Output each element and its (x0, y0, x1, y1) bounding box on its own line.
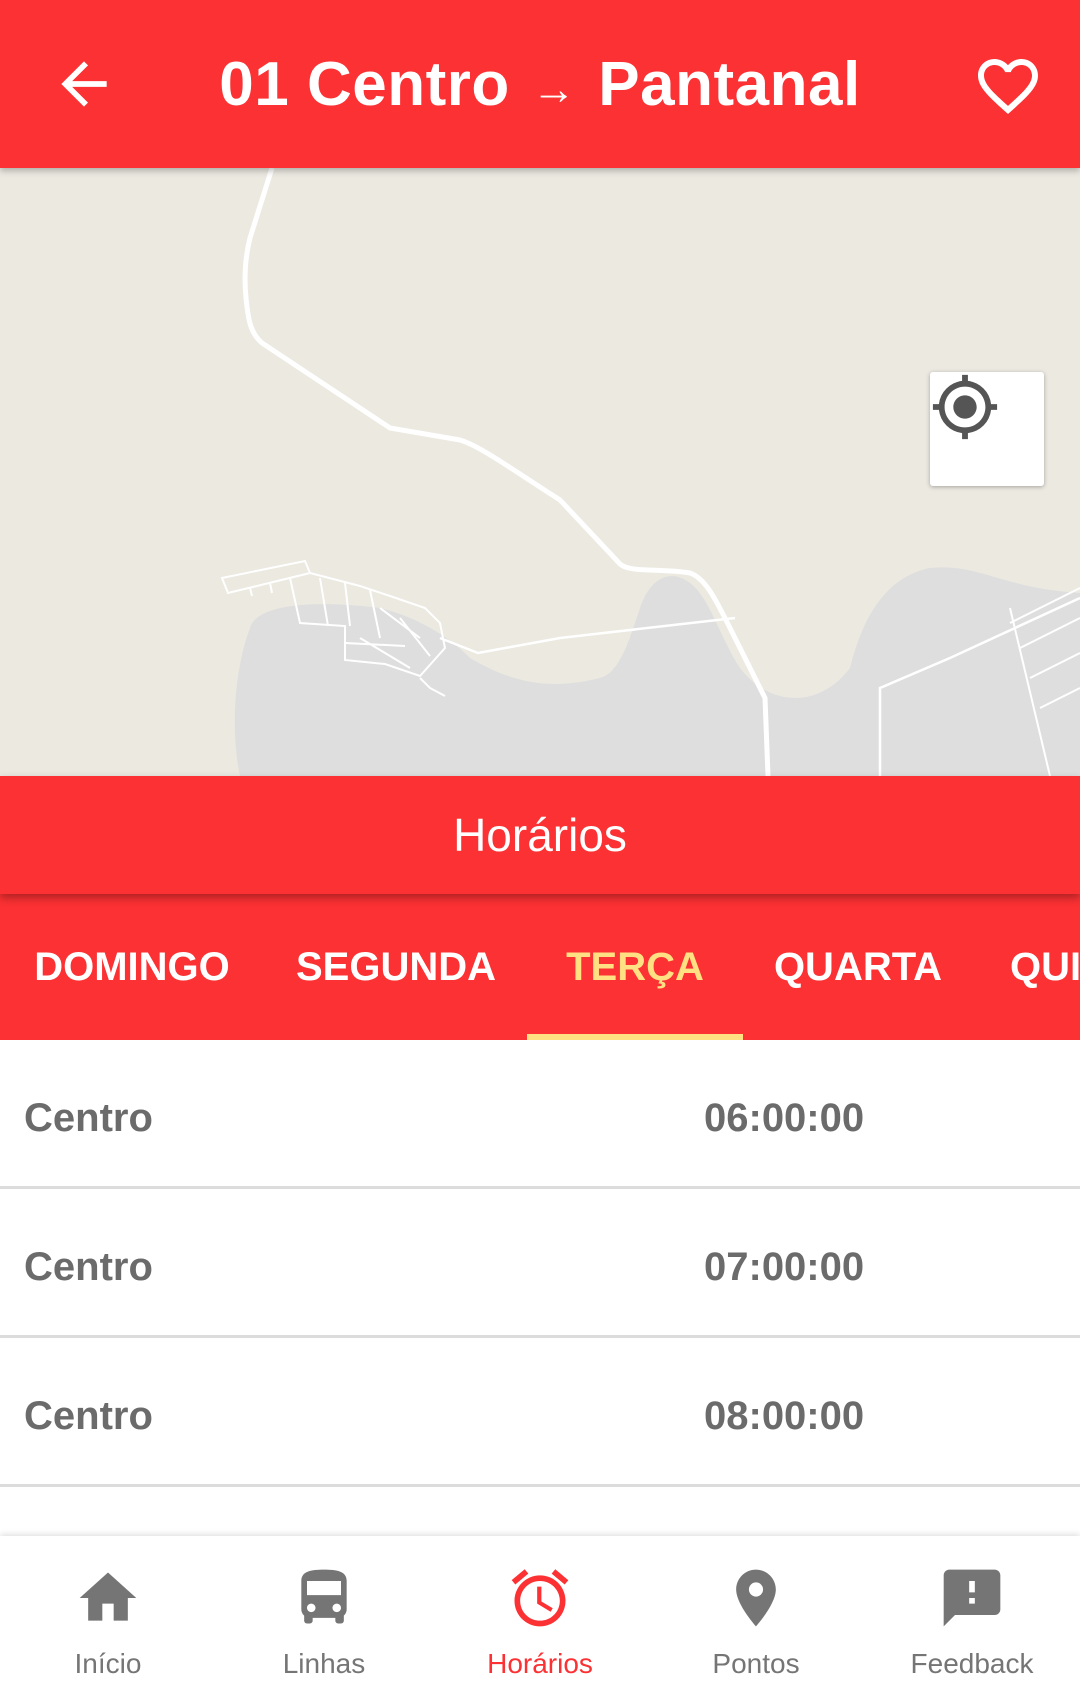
title-arrow: → (531, 65, 577, 114)
bottom-navigation: Início Linhas Horários Pontos Feedback (0, 1536, 1080, 1703)
schedule-list[interactable]: Centro 06:00:00 Centro 07:00:00 Centro 0… (0, 1040, 1080, 1487)
app-bar: 01 Centro → Pantanal (0, 0, 1080, 168)
my-location-icon (932, 374, 998, 440)
nav-pontos[interactable]: Pontos (648, 1536, 864, 1703)
tab-label: QUI (1010, 944, 1080, 989)
tab-segunda[interactable]: SEGUNDA (264, 894, 528, 1040)
departure-time: 06:00:00 (704, 1096, 865, 1140)
stop-name: Centro (24, 1096, 153, 1140)
my-location-button[interactable] (930, 372, 1044, 486)
nav-linhas[interactable]: Linhas (216, 1536, 432, 1703)
heart-outline-icon (978, 59, 1038, 115)
schedule-row[interactable]: Centro 06:00:00 (0, 1040, 1080, 1189)
section-title: Horários (453, 809, 627, 861)
schedule-row[interactable]: Centro 08:00:00 (0, 1338, 1080, 1487)
nav-horarios[interactable]: Horários (432, 1536, 648, 1703)
tab-label: DOMINGO (34, 944, 230, 989)
nav-label: Início (74, 1648, 142, 1679)
nav-inicio[interactable]: Início (0, 1536, 216, 1703)
nav-feedback[interactable]: Feedback (864, 1536, 1080, 1703)
map-area-left (234, 567, 1080, 776)
stop-name: Centro (24, 1245, 153, 1289)
alarm-icon (511, 1569, 569, 1627)
favorite-button[interactable] (970, 50, 1046, 122)
nav-label: Linhas (282, 1648, 366, 1679)
page-title: 01 Centro → Pantanal (0, 0, 1080, 168)
title-destination: Pantanal (598, 49, 861, 119)
schedule-section-header: Horários (0, 776, 1080, 894)
tab-label: TERÇA (566, 944, 704, 989)
route-map[interactable] (0, 168, 1080, 776)
departure-time: 08:00:00 (704, 1394, 865, 1438)
place-icon (736, 1569, 776, 1627)
day-tabs: DOMINGO SEGUNDA TERÇA QUARTA QUI (0, 894, 1080, 1040)
departure-time: 07:00:00 (704, 1245, 865, 1289)
home-icon (79, 1572, 137, 1621)
stop-name: Centro (24, 1394, 153, 1438)
tab-terca[interactable]: TERÇA (527, 894, 743, 1040)
tab-quarta[interactable]: QUARTA (743, 894, 973, 1040)
title-origin: 01 Centro (219, 49, 510, 119)
feedback-icon (943, 1569, 1001, 1627)
schedule-row[interactable]: Centro 07:00:00 (0, 1189, 1080, 1338)
nav-label: Feedback (910, 1648, 1034, 1679)
map-canvas (220, 168, 1080, 776)
bus-icon (301, 1569, 347, 1624)
tab-label: QUARTA (773, 944, 943, 989)
tab-label: SEGUNDA (295, 944, 497, 989)
tab-quinta[interactable]: QUI (1010, 894, 1080, 1040)
tab-domingo[interactable]: DOMINGO (0, 894, 264, 1040)
nav-label: Pontos (712, 1648, 800, 1679)
nav-label: Horários (487, 1648, 593, 1679)
